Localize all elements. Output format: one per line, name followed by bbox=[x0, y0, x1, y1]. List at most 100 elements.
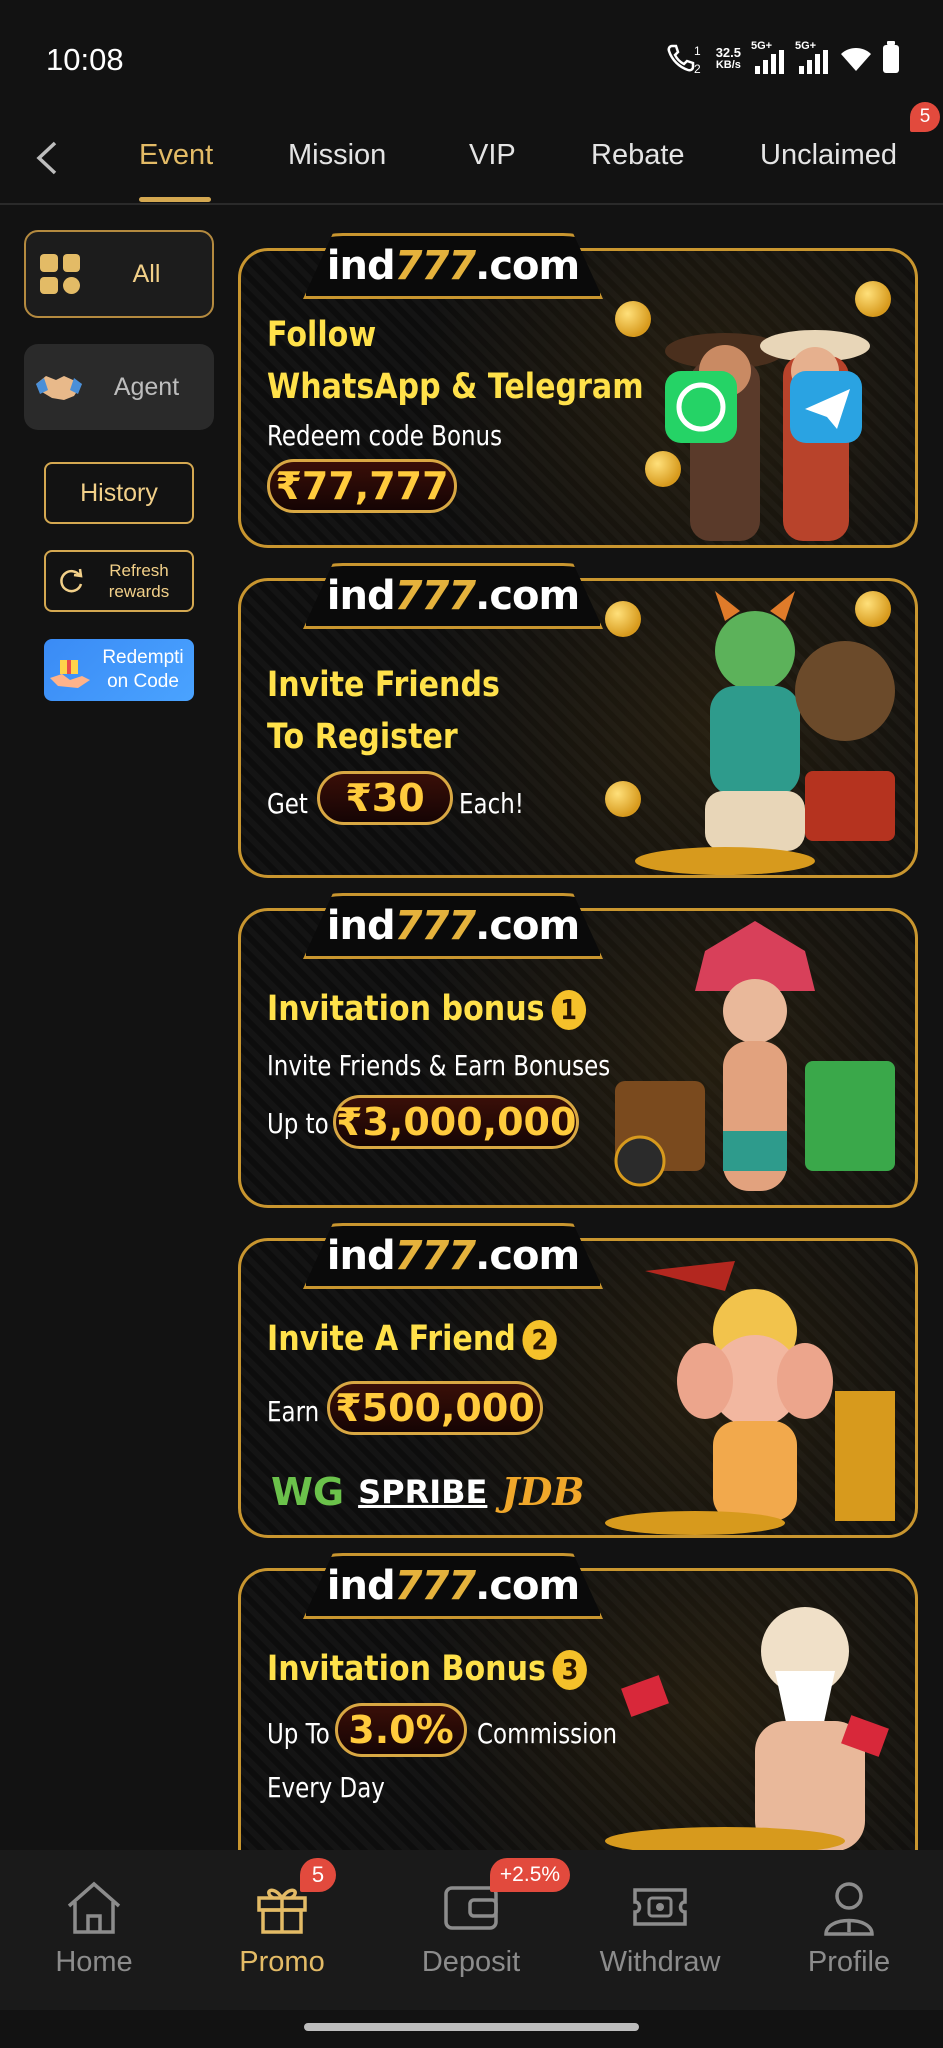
coin bbox=[605, 781, 641, 817]
promo-badge: 5 bbox=[300, 1858, 336, 1892]
site-logo: ind777.com bbox=[326, 1233, 580, 1279]
tab-event[interactable]: Event bbox=[139, 130, 213, 180]
battery-icon bbox=[883, 41, 899, 73]
nav-profile[interactable]: Profile bbox=[774, 1878, 924, 1979]
wifi-icon bbox=[841, 48, 871, 71]
net-speed-value: 32.5 bbox=[715, 45, 741, 60]
banner-line1-text: Invitation bonus bbox=[267, 989, 545, 1029]
redemption-code-button[interactable]: Redempti on Code bbox=[44, 639, 194, 701]
promo-banner-invite-register[interactable]: ind777.com Invite Friends To Register Ge… bbox=[238, 563, 918, 878]
banner-pre-text: Earn bbox=[267, 1395, 320, 1428]
nav-withdraw-label: Withdraw bbox=[599, 1946, 721, 1978]
bonus-amount: ₹3,000,000 bbox=[333, 1095, 579, 1149]
net-speed: 32.5 KB/s bbox=[716, 46, 741, 72]
banner-pre-text: Up to bbox=[267, 1107, 329, 1140]
game-provider-logos: WG SPRIBE JDB bbox=[271, 1469, 584, 1514]
nav-promo[interactable]: Promo bbox=[207, 1878, 357, 1979]
banner-line1: Invitation Bonus 3 bbox=[267, 1649, 588, 1690]
svg-text:2: 2 bbox=[694, 62, 701, 76]
sidebar-item-all-label: All bbox=[132, 259, 161, 288]
nav-home[interactable]: Home bbox=[19, 1878, 169, 1979]
bottom-nav: Home Promo 5 Deposit +2.5% Withdraw Prof… bbox=[0, 1850, 943, 2010]
promo-banner-invitation-bonus-1[interactable]: ind777.com Invitation bonus 1 Invite Frie… bbox=[238, 893, 918, 1208]
active-tab-indicator bbox=[139, 197, 211, 202]
banner-pre-text: Get bbox=[267, 787, 308, 820]
nav-deposit[interactable]: Deposit bbox=[396, 1878, 546, 1979]
status-icons: 1 2 32.5 KB/s 5G+ 5G+ bbox=[666, 40, 899, 76]
promo-banner-invite-friend-2[interactable]: ind777.com Invite A Friend 2 Earn ₹500,00… bbox=[238, 1223, 918, 1538]
redeem-label-line2: on Code bbox=[107, 671, 179, 692]
banner-line2: Invite Friends & Earn Bonuses bbox=[267, 1049, 611, 1082]
redemption-code-label: Redempti on Code bbox=[92, 646, 194, 694]
banner-line1: Follow bbox=[267, 315, 377, 355]
step-number: 3 bbox=[552, 1650, 588, 1690]
banner-line1: Invite A Friend 2 bbox=[267, 1319, 558, 1360]
banner-post-text: Commission bbox=[477, 1717, 618, 1750]
nav-deposit-label: Deposit bbox=[421, 1946, 521, 1978]
site-logo: ind777.com bbox=[326, 1563, 580, 1609]
redeem-label-line1: Redempti bbox=[102, 647, 184, 668]
step-number: 1 bbox=[551, 990, 586, 1030]
refresh-icon bbox=[60, 568, 83, 593]
promo-banner-whatsapp-telegram[interactable]: ind777.com Follow WhatsApp & Telegram Re… bbox=[238, 233, 918, 548]
bonus-amount: ₹30 bbox=[317, 771, 453, 825]
banner-line2: To Register bbox=[267, 717, 458, 757]
coin bbox=[645, 451, 681, 487]
dragon-illustration bbox=[605, 581, 905, 875]
site-logo: ind777.com bbox=[326, 243, 580, 289]
nav-home-label: Home bbox=[55, 1946, 133, 1978]
jdb-logo: JDB bbox=[501, 1469, 585, 1514]
banner-line2: WhatsApp & Telegram bbox=[267, 367, 644, 407]
refresh-rewards-label: Refresh rewards bbox=[86, 560, 192, 602]
nav-promo-label: Promo bbox=[239, 1946, 325, 1978]
tab-rebate[interactable]: Rebate bbox=[591, 130, 685, 180]
spribe-logo: SPRIBE bbox=[358, 1472, 488, 1511]
banner-line1-text: Invitation Bonus bbox=[267, 1649, 546, 1689]
history-button[interactable]: History bbox=[44, 462, 194, 524]
aztec-queen-illustration bbox=[605, 911, 905, 1205]
tab-unclaimed[interactable]: Unclaimed bbox=[760, 130, 897, 180]
site-logo: ind777.com bbox=[326, 573, 580, 619]
top-nav: Event Mission VIP Rebate Unclaimed 5 bbox=[0, 102, 943, 205]
promo-banner-invitation-bonus-3[interactable]: ind777.com Invitation Bonus 3 Up To 3.0% … bbox=[238, 1553, 918, 1855]
sidebar-item-agent[interactable]: Agent bbox=[24, 344, 214, 430]
back-button[interactable] bbox=[22, 128, 72, 188]
bonus-amount: 3.0% bbox=[335, 1703, 467, 1757]
sidebar-item-agent-label: Agent bbox=[113, 372, 180, 401]
banner-line1-text: Invite A Friend bbox=[267, 1319, 516, 1359]
signal-2-icon: 5G+ bbox=[795, 40, 829, 74]
coin bbox=[855, 591, 891, 627]
tab-vip[interactable]: VIP bbox=[469, 130, 516, 180]
coin bbox=[855, 281, 891, 317]
refresh-label-line2: rewards bbox=[108, 582, 170, 601]
profile-icon bbox=[824, 1882, 874, 1936]
banner-pre-text: Up To bbox=[267, 1717, 330, 1750]
coin bbox=[605, 601, 641, 637]
status-time: 10:08 bbox=[46, 42, 124, 77]
tab-mission[interactable]: Mission bbox=[288, 130, 386, 180]
site-logo: ind777.com bbox=[326, 903, 580, 949]
wg-logo: WG bbox=[271, 1469, 345, 1514]
home-indicator[interactable] bbox=[304, 2023, 639, 2031]
ganesha-illustration bbox=[605, 1241, 905, 1535]
refresh-rewards-button[interactable]: Refresh rewards bbox=[44, 550, 194, 612]
banner-line1: Invite Friends bbox=[267, 665, 500, 705]
banner-line1: Invitation bonus 1 bbox=[267, 989, 586, 1030]
sidebar-item-all[interactable]: All bbox=[24, 230, 214, 318]
unclaimed-badge: 5 bbox=[910, 102, 940, 132]
zeus-illustration bbox=[605, 1571, 905, 1855]
cowboys-illustration bbox=[605, 251, 905, 545]
bonus-amount: ₹500,000 bbox=[327, 1381, 543, 1435]
bonus-amount: ₹77,777 bbox=[267, 459, 457, 513]
nav-profile-label: Profile bbox=[807, 1946, 891, 1978]
refresh-label-line1: Refresh bbox=[109, 561, 169, 580]
net-speed-unit: KB/s bbox=[715, 59, 741, 71]
deposit-bonus-badge: +2.5% bbox=[490, 1858, 570, 1892]
coin bbox=[615, 301, 651, 337]
home-icon bbox=[67, 1881, 121, 1934]
status-bar: 10:08 1 2 32.5 KB/s 5G+ 5G+ bbox=[0, 0, 943, 110]
banner-line3: Redeem code Bonus bbox=[267, 419, 503, 452]
nav-withdraw[interactable]: Withdraw bbox=[585, 1878, 735, 1979]
chevron-left-icon bbox=[36, 141, 57, 175]
banner-line3: Every Day bbox=[267, 1771, 385, 1804]
